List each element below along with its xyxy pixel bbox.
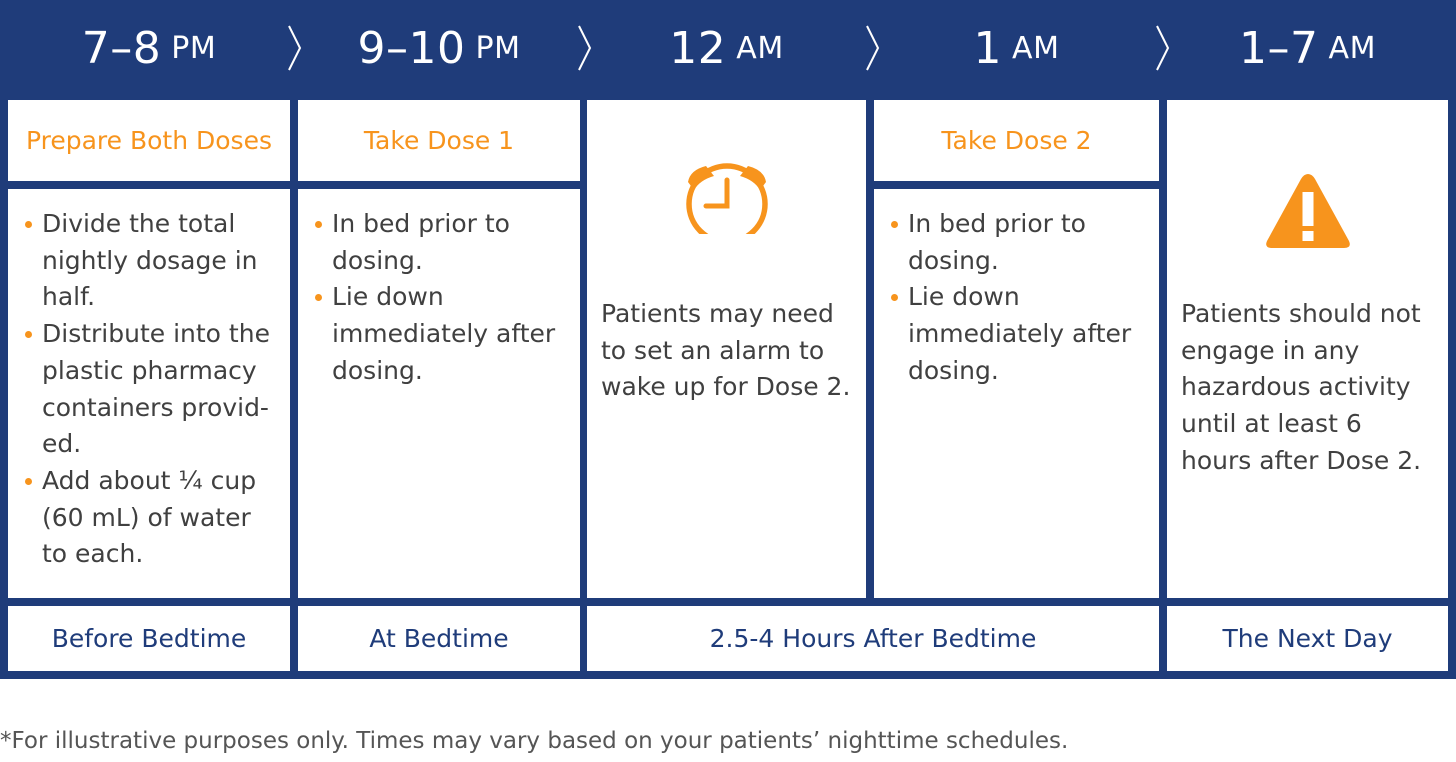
footnote: *For illustrative purposes only. Times m… bbox=[0, 728, 1069, 754]
time-header-4: 1 AM bbox=[874, 0, 1159, 96]
step-title-prepare: Prepare Both Doses bbox=[8, 100, 290, 181]
time-range: 9–10 bbox=[357, 22, 466, 74]
step-next-day: Patients should not engage in any hazard… bbox=[1167, 100, 1448, 598]
time-range: 1–7 bbox=[1239, 22, 1319, 74]
bullet-item: Add about ¼ cup (60 mL) of water to each… bbox=[22, 463, 280, 573]
time-range: 1 bbox=[973, 22, 1003, 74]
time-period: AM bbox=[1012, 30, 1060, 66]
time-period: PM bbox=[171, 30, 217, 66]
bullet-item: Lie down immediately after dosing. bbox=[888, 279, 1149, 389]
time-header-3: 12 AM bbox=[587, 0, 866, 96]
warning-icon bbox=[1266, 174, 1350, 248]
alarm-text: Patients may need to set an alarm to wak… bbox=[601, 299, 851, 402]
time-header-1: 7–8 PM bbox=[8, 0, 290, 96]
warning-text: Patients should not engage in any hazard… bbox=[1181, 299, 1422, 475]
time-header-2: 9–10 PM bbox=[298, 0, 580, 96]
chevron-right-icon bbox=[578, 25, 592, 71]
step-body-prepare: Divide the total nightly dosage in half.… bbox=[8, 189, 290, 598]
time-header-5: 1–7 AM bbox=[1167, 0, 1448, 96]
time-period: AM bbox=[1328, 30, 1376, 66]
bullet-item: In bed prior to dosing. bbox=[312, 206, 570, 279]
chevron-right-icon bbox=[866, 25, 880, 71]
timing-before-bedtime: Before Bedtime bbox=[8, 606, 290, 671]
bullet-item: In bed prior to dosing. bbox=[888, 206, 1149, 279]
time-range: 12 bbox=[669, 22, 727, 74]
chevron-right-icon bbox=[1156, 25, 1170, 71]
step-title-dose-2: Take Dose 2 bbox=[874, 100, 1159, 181]
step-alarm: Patients may need to set an alarm to wak… bbox=[587, 100, 866, 598]
bullet-item: Lie down immediately after dosing. bbox=[312, 279, 570, 389]
chevron-right-icon bbox=[288, 25, 302, 71]
step-body-dose-2: In bed prior to dosing. Lie down immedia… bbox=[874, 189, 1159, 598]
time-period: PM bbox=[475, 30, 521, 66]
step-body-dose-1: In bed prior to dosing. Lie down immedia… bbox=[298, 189, 580, 598]
bullet-item: Distribute into the plastic pharmacy con… bbox=[22, 316, 280, 463]
timing-after-bedtime: 2.5-4 Hours After Bedtime bbox=[587, 606, 1159, 671]
time-range: 7–8 bbox=[81, 22, 162, 74]
timing-at-bedtime: At Bedtime bbox=[298, 606, 580, 671]
step-title-dose-1: Take Dose 1 bbox=[298, 100, 580, 181]
bullet-item: Divide the total nightly dosage in half. bbox=[22, 206, 280, 316]
time-period: AM bbox=[736, 30, 784, 66]
timing-next-day: The Next Day bbox=[1167, 606, 1448, 671]
alarm-clock-icon bbox=[686, 163, 768, 234]
